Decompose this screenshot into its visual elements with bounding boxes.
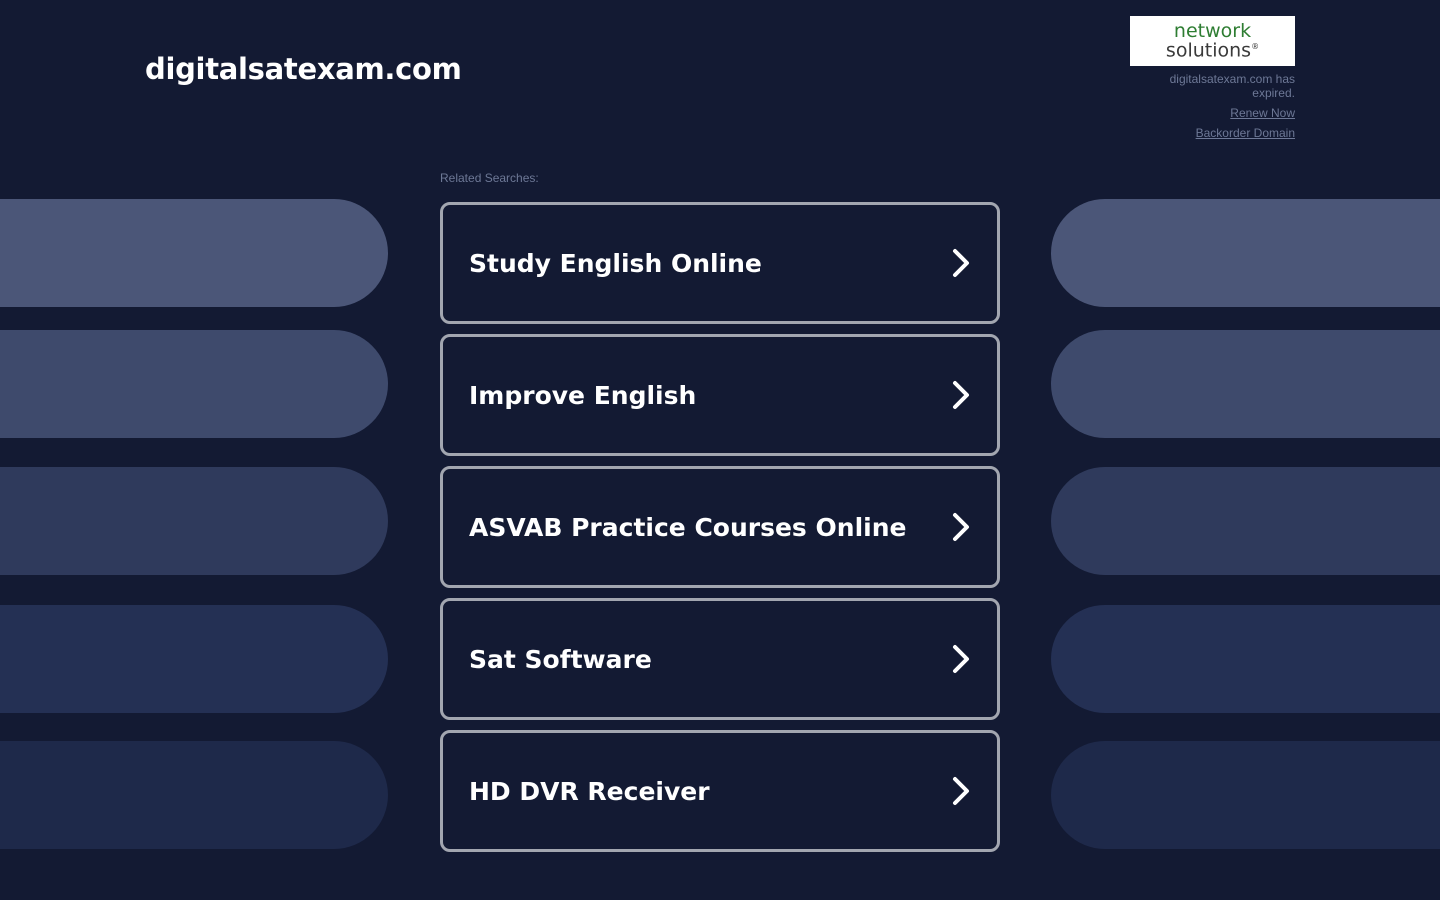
decorative-pill-left [0,741,388,849]
logo-line-2: solutions® [1166,39,1260,60]
related-search-label: Study English Online [469,248,762,278]
network-solutions-logo[interactable]: network solutions® [1130,16,1295,66]
related-search-label: Improve English [469,380,697,410]
chevron-right-icon [953,381,969,409]
decorative-pill-left [0,467,388,575]
related-search-link[interactable]: Study English Online [440,202,1000,324]
decorative-pill-right [1051,330,1440,438]
logo-line-1: network [1173,20,1252,43]
related-search-label: HD DVR Receiver [469,776,710,806]
chevron-right-icon [953,777,969,805]
chevron-right-icon [953,645,969,673]
registrar-panel: network solutions® digitalsatexam.com ha… [1130,16,1295,140]
decorative-pill-left [0,605,388,713]
decorative-pill-right [1051,467,1440,575]
decorative-pill-left [0,330,388,438]
domain-title: digitalsatexam.com [145,52,462,86]
decorative-pill-right [1051,199,1440,307]
related-search-link[interactable]: ASVAB Practice Courses Online [440,466,1000,588]
chevron-right-icon [953,513,969,541]
related-search-link[interactable]: Sat Software [440,598,1000,720]
decorative-pill-right [1051,741,1440,849]
decorative-pill-right [1051,605,1440,713]
parked-domain-page: digitalsatexam.com network solutions® di… [0,0,1440,900]
renew-now-link[interactable]: Renew Now [1130,106,1295,120]
logo-line-2-text: solutions [1165,39,1252,62]
related-searches-label: Related Searches: [440,171,539,185]
backorder-domain-link[interactable]: Backorder Domain [1130,126,1295,140]
chevron-right-icon [953,249,969,277]
related-search-link[interactable]: Improve English [440,334,1000,456]
decorative-pill-left [0,199,388,307]
related-search-link[interactable]: HD DVR Receiver [440,730,1000,852]
expired-notice: digitalsatexam.com has expired. [1169,72,1295,100]
related-search-label: Sat Software [469,644,652,674]
related-search-label: ASVAB Practice Courses Online [469,512,907,542]
logo-mark: ® [1251,42,1260,52]
